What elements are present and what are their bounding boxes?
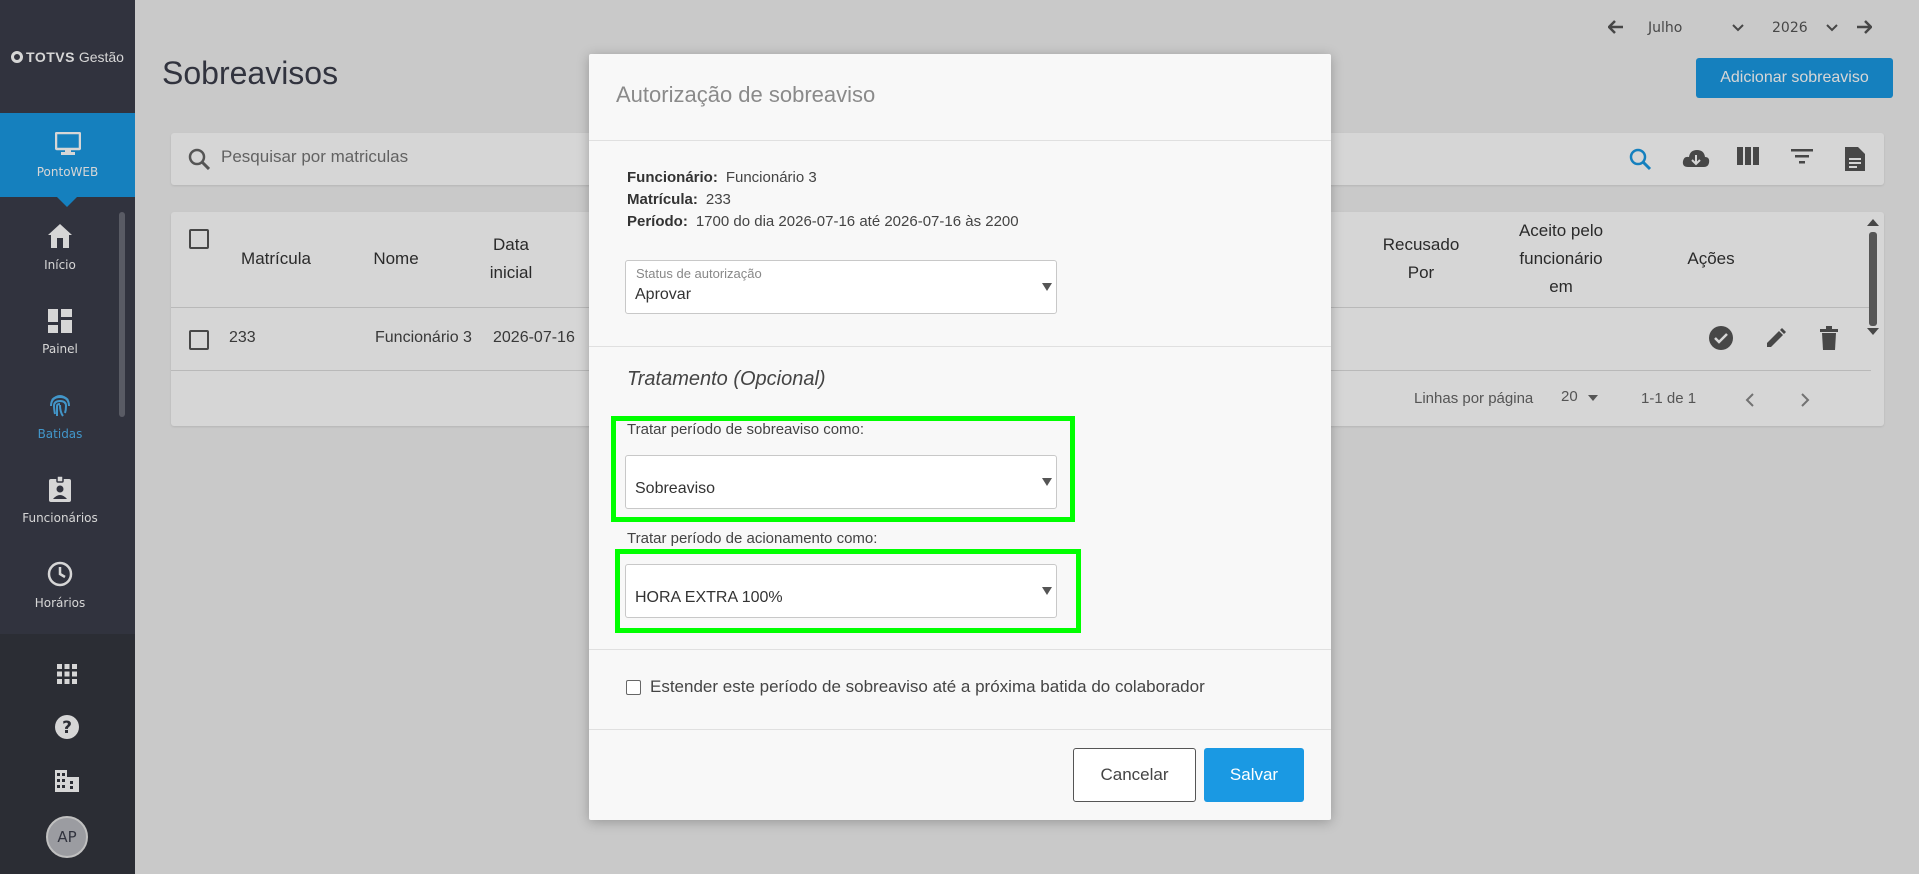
divider: [589, 140, 1331, 141]
extend-period-checkbox[interactable]: [626, 680, 641, 695]
funcionario-info: Funcionário: Funcionário 3: [627, 169, 817, 186]
authorization-modal: Autorização de sobreaviso Funcionário: Fu…: [589, 54, 1331, 820]
dropdown-arrow-icon: [1042, 283, 1052, 291]
divider: [589, 729, 1331, 730]
periodo-info: Período: 1700 do dia 2026-07-16 até 2026-…: [627, 213, 1019, 230]
sobreaviso-select[interactable]: Sobreaviso: [625, 455, 1057, 509]
status-select[interactable]: Status de autorização Aprovar: [625, 260, 1057, 314]
modal-title: Autorização de sobreaviso: [616, 82, 876, 107]
sobreaviso-label: Tratar período de sobreaviso como:: [627, 421, 865, 438]
divider: [589, 346, 1331, 347]
acionamento-value: HORA EXTRA 100%: [635, 589, 783, 606]
cancel-button[interactable]: Cancelar: [1073, 748, 1196, 802]
matricula-info: Matrícula: 233: [627, 191, 731, 208]
sobreaviso-value: Sobreaviso: [635, 480, 716, 497]
dropdown-arrow-icon: [1042, 478, 1052, 486]
divider: [589, 649, 1331, 650]
extend-period-label[interactable]: Estender este período de sobreaviso até …: [650, 677, 1205, 697]
save-button[interactable]: Salvar: [1204, 748, 1304, 802]
acionamento-select[interactable]: HORA EXTRA 100%: [625, 564, 1057, 618]
dropdown-arrow-icon: [1042, 587, 1052, 595]
section-title: Tratamento (Opcional): [627, 368, 826, 390]
acionamento-label: Tratar período de acionamento como:: [627, 530, 878, 547]
status-value: Aprovar: [635, 286, 692, 303]
status-label: Status de autorização: [636, 266, 762, 281]
